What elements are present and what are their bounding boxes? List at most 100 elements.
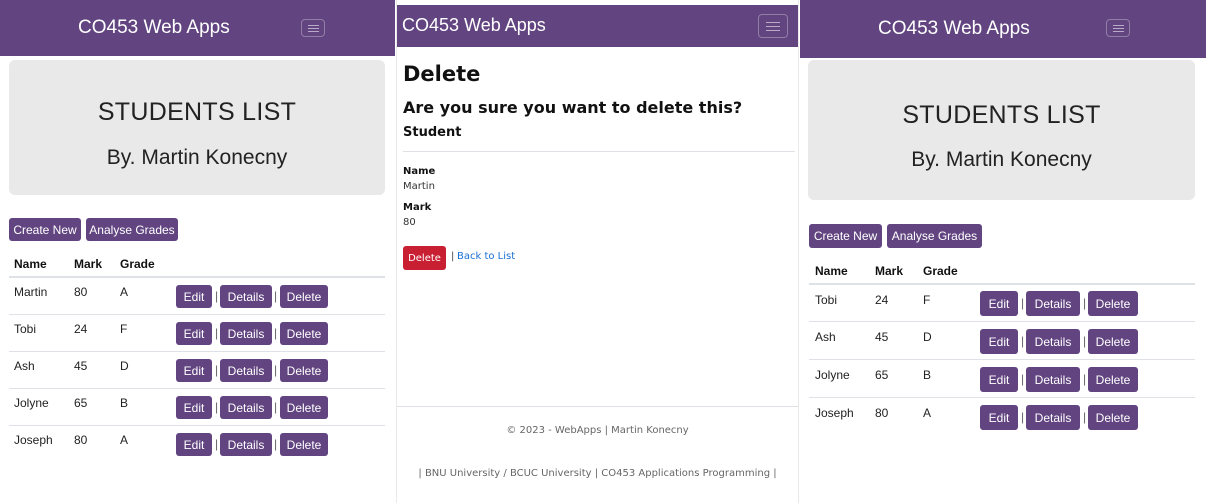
details-button[interactable]: Details [220, 285, 272, 308]
back-to-list-link[interactable]: Back to List [457, 251, 515, 262]
analyse-grades-button[interactable]: Analyse Grades [86, 218, 178, 241]
row-mark: 80 [74, 433, 88, 447]
navbar-brand[interactable]: CO453 Web Apps [878, 18, 1030, 40]
mark-label: Mark [403, 202, 432, 213]
menu-toggle-button[interactable] [1106, 19, 1130, 37]
edit-button[interactable]: Edit [980, 367, 1018, 392]
details-button[interactable]: Details [1026, 405, 1080, 430]
row-name: Joseph [14, 433, 53, 447]
row-grade: A [923, 406, 932, 420]
row-grade: F [923, 293, 931, 307]
row-name: Ash [815, 330, 836, 344]
delete-confirmation-panel: CO453 Web Apps Delete Are you sure you w… [396, 0, 799, 503]
edit-button[interactable]: Edit [176, 322, 212, 345]
navbar: CO453 Web Apps [800, 0, 1206, 58]
delete-button[interactable]: Delete [280, 396, 328, 419]
hamburger-icon [766, 22, 780, 23]
row-divider [9, 314, 385, 315]
row-name: Joseph [815, 406, 854, 420]
row-divider [9, 425, 385, 426]
details-button[interactable]: Details [220, 359, 272, 382]
jumbotron: STUDENTS LIST By. Martin Konecny [808, 60, 1195, 200]
row-mark: 45 [74, 359, 88, 373]
separator: | [1083, 296, 1087, 310]
navbar-brand[interactable]: CO453 Web Apps [78, 17, 230, 39]
row-mark: 45 [875, 330, 889, 344]
edit-button[interactable]: Edit [980, 329, 1018, 354]
confirm-question: Are you sure you want to delete this? [403, 98, 743, 117]
edit-button[interactable]: Edit [980, 405, 1018, 430]
row-grade: A [120, 285, 129, 299]
separator: | [1021, 334, 1025, 348]
delete-button[interactable]: Delete [1088, 291, 1138, 316]
separator: | [451, 251, 455, 262]
footer-divider [397, 406, 798, 407]
hamburger-icon [307, 25, 319, 26]
separator: | [274, 326, 278, 340]
separator: | [274, 400, 278, 414]
students-list-panel-right: CO453 Web Apps STUDENTS LIST By. Martin … [800, 0, 1206, 503]
separator: | [1083, 410, 1087, 424]
confirm-delete-button[interactable]: Delete [403, 246, 446, 270]
row-name: Ash [14, 359, 35, 373]
navbar-brand[interactable]: CO453 Web Apps [402, 15, 546, 36]
separator: | [215, 289, 219, 303]
delete-button[interactable]: Delete [1088, 329, 1138, 354]
edit-button[interactable]: Edit [176, 396, 212, 419]
separator: | [215, 400, 219, 414]
separator: | [1021, 410, 1025, 424]
hamburger-icon [1112, 25, 1124, 26]
edit-button[interactable]: Edit [176, 359, 212, 382]
column-header-mark: Mark [74, 257, 103, 271]
jumbotron: STUDENTS LIST By. Martin Konecny [9, 60, 385, 195]
separator: | [1021, 372, 1025, 386]
delete-button[interactable]: Delete [280, 285, 328, 308]
details-button[interactable]: Details [220, 433, 272, 456]
details-button[interactable]: Details [1026, 291, 1080, 316]
edit-button[interactable]: Edit [980, 291, 1018, 316]
row-divider [9, 351, 385, 352]
separator: | [1021, 296, 1025, 310]
create-new-button[interactable]: Create New [809, 224, 882, 248]
details-button[interactable]: Details [220, 322, 272, 345]
row-mark: 24 [875, 293, 889, 307]
page-subtitle: By. Martin Konecny [106, 146, 288, 169]
edit-button[interactable]: Edit [176, 433, 212, 456]
menu-toggle-button[interactable] [301, 19, 325, 37]
row-grade: B [923, 368, 932, 382]
details-button[interactable]: Details [220, 396, 272, 419]
separator: | [274, 437, 278, 451]
delete-button[interactable]: Delete [280, 433, 328, 456]
edit-button[interactable]: Edit [176, 285, 212, 308]
row-grade: D [923, 330, 932, 344]
footer-copyright: © 2023 - WebApps | Martin Konecny [506, 425, 689, 436]
menu-toggle-button[interactable] [758, 14, 788, 38]
column-header-name: Name [14, 257, 47, 271]
page-title: STUDENTS LIST [97, 98, 297, 126]
column-header-mark: Mark [875, 264, 904, 278]
delete-button[interactable]: Delete [1088, 367, 1138, 392]
page-title: Delete [403, 62, 481, 86]
row-divider [809, 321, 1195, 322]
row-name: Tobi [815, 293, 838, 307]
row-mark: 80 [74, 285, 88, 299]
column-header-name: Name [815, 264, 848, 278]
analyse-grades-button[interactable]: Analyse Grades [887, 224, 982, 248]
navbar: CO453 Web Apps [397, 5, 798, 47]
students-list-panel-left: CO453 Web Apps STUDENTS LIST By. Martin … [0, 0, 395, 503]
row-grade: D [120, 359, 129, 373]
row-mark: 80 [875, 406, 889, 420]
delete-button[interactable]: Delete [1088, 405, 1138, 430]
details-button[interactable]: Details [1026, 367, 1080, 392]
separator: | [274, 363, 278, 377]
row-divider [809, 397, 1195, 398]
name-value: Martin [403, 181, 435, 192]
separator: | [215, 326, 219, 340]
delete-button[interactable]: Delete [280, 322, 328, 345]
delete-button[interactable]: Delete [280, 359, 328, 382]
row-name: Jolyne [815, 368, 850, 382]
create-new-button[interactable]: Create New [9, 218, 81, 241]
separator: | [215, 437, 219, 451]
details-button[interactable]: Details [1026, 329, 1080, 354]
navbar: CO453 Web Apps [0, 0, 395, 56]
